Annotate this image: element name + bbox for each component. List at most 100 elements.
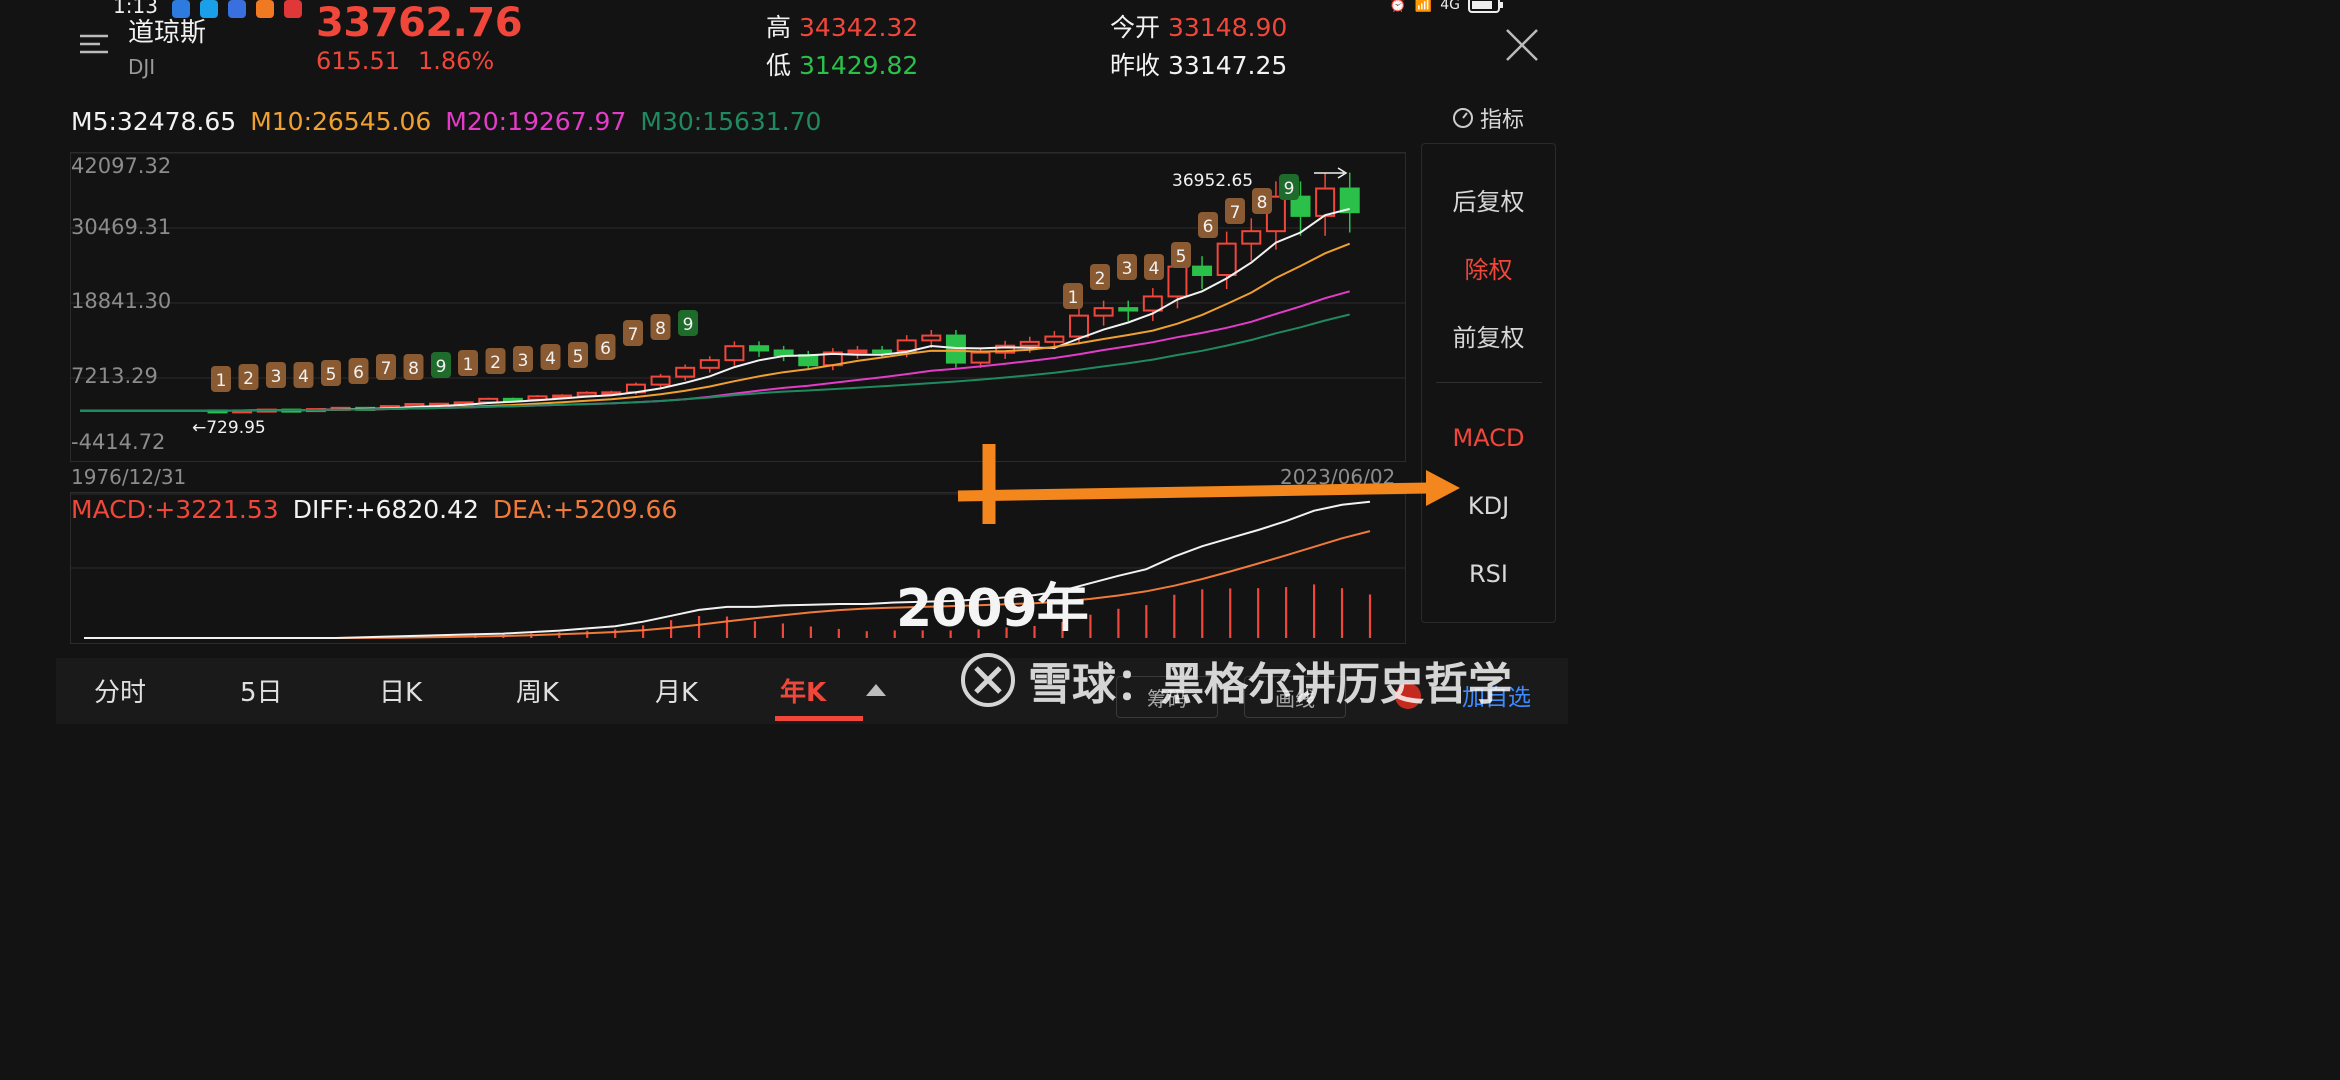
ma30-value: M30:15631.70	[640, 107, 822, 136]
min-annotation: ←729.95	[192, 418, 266, 438]
candle-body	[1044, 335, 1065, 343]
candle-body	[872, 349, 893, 354]
candle-body	[1339, 187, 1360, 214]
candle-body	[1142, 295, 1163, 312]
candle-body	[1118, 307, 1139, 312]
td-count-label: 6	[600, 339, 611, 359]
chart-frame	[70, 152, 1406, 462]
prev-label: 昨收	[1110, 51, 1161, 80]
ma20-value: M20:19267.97	[445, 107, 627, 136]
watermark: 雪球：黑格尔讲历史哲学	[960, 648, 1512, 712]
low-label: 低	[766, 51, 792, 80]
network-label: 4G	[1440, 0, 1460, 13]
td-count-label: 5	[326, 365, 337, 385]
stock-name: 道琼斯	[128, 18, 207, 48]
candle-body	[1068, 314, 1089, 338]
candle-body	[650, 375, 671, 386]
battery-icon	[1468, 0, 1503, 13]
change-percent: 1.86%	[417, 47, 495, 75]
td-count-label: 3	[1122, 259, 1133, 279]
side-item-pre-adjust[interactable]: 前复权	[1422, 318, 1555, 353]
indicator-label: 指标	[1480, 108, 1525, 133]
candle-body	[576, 391, 597, 397]
y-tick: 30469.31	[71, 215, 172, 239]
side-item-post-adjust[interactable]: 后复权	[1422, 182, 1555, 217]
last-price: 33762.76	[316, 0, 523, 46]
high-label: 高	[766, 13, 792, 42]
high-value: 34342.32	[799, 13, 919, 42]
tab-intraday[interactable]: 分时	[94, 672, 146, 709]
td-count-label: 6	[353, 363, 364, 383]
td-count-label: 5	[1176, 247, 1187, 267]
arrow-annotation	[957, 444, 1460, 524]
app-icon	[284, 0, 302, 18]
side-divider	[1436, 382, 1542, 383]
candle-body	[773, 349, 794, 357]
td-count-label: 4	[545, 349, 556, 369]
td-count-label: 4	[298, 367, 309, 387]
candle-body	[1315, 187, 1336, 217]
td-count-label: 8	[1257, 193, 1268, 213]
open-value: 33148.90	[1168, 13, 1288, 42]
prev-value: 33147.25	[1168, 51, 1288, 80]
tab-yearly-k[interactable]: 年K	[780, 672, 826, 709]
close-icon[interactable]	[1504, 27, 1540, 63]
td-count-label: 3	[518, 351, 529, 371]
app-icon	[256, 0, 274, 18]
candle-body	[1192, 265, 1213, 276]
ma-legend: M5:32478.65 M10:26545.06 M20:19267.97 M3…	[71, 107, 821, 136]
td-count-label: 5	[573, 347, 584, 367]
td-count-label: 8	[408, 359, 419, 379]
tab-weekly-k[interactable]: 周K	[516, 672, 559, 709]
side-item-rsi[interactable]: RSI	[1422, 560, 1555, 588]
price-chart[interactable]: 1 2 3 4 5 6 7 8 9 1 2 3 4 5 67 8 912 3 4567 8936952.65←729.…	[70, 152, 1406, 462]
stock-code: DJI	[128, 55, 156, 79]
price-change: 615.51 1.86%	[316, 47, 494, 75]
caret-up-icon[interactable]	[866, 684, 886, 696]
td-count-label: 1	[463, 355, 474, 375]
td-count-label: 9	[436, 357, 447, 377]
wifi-icon: 📶	[1414, 0, 1433, 13]
candle-body	[724, 345, 745, 362]
date-start: 1976/12/31	[71, 465, 187, 489]
tab-monthly-k[interactable]: 月K	[655, 672, 698, 709]
overlay-year-text: 2009年	[896, 579, 1089, 639]
candle-body	[1019, 340, 1040, 347]
ma10-value: M10:26545.06	[250, 107, 432, 136]
td-count-label: 6	[1203, 217, 1214, 237]
tab-daily-k[interactable]: 日K	[379, 672, 422, 709]
td-count-label: 4	[1149, 259, 1160, 279]
y-tick: 7213.29	[71, 364, 158, 388]
candle-body	[675, 366, 696, 378]
candle-body	[847, 349, 868, 354]
tab-5day[interactable]: 5日	[240, 672, 283, 709]
y-tick: 18841.30	[71, 289, 172, 313]
open-label: 今开	[1110, 13, 1161, 42]
watermark-text: 雪球：黑格尔讲历史哲学	[1028, 659, 1512, 710]
y-tick: -4414.72	[71, 430, 166, 454]
active-tab-indicator	[775, 716, 863, 721]
open-price: 今开 33148.90	[1110, 8, 1287, 44]
td-count-label: 7	[628, 325, 639, 345]
dea-line	[84, 530, 1371, 639]
td-count-label: 1	[216, 371, 227, 391]
y-tick: 42097.32	[71, 154, 172, 178]
candle-body	[896, 339, 917, 352]
td-count-label: 1	[1068, 288, 1079, 308]
side-panel: 后复权 除权 前复权 MACD KDJ RSI	[1421, 143, 1556, 623]
high-price: 高 34342.32	[766, 8, 918, 44]
candle-body	[1093, 307, 1114, 317]
gauge-icon	[1453, 108, 1473, 128]
low-value: 31429.82	[799, 51, 919, 80]
side-item-ex-rights[interactable]: 除权	[1422, 250, 1555, 285]
td-count-label: 8	[655, 319, 666, 339]
xueqiu-logo-icon	[961, 653, 1015, 707]
indicator-button[interactable]: 指标	[1452, 102, 1524, 134]
menu-icon[interactable]	[78, 30, 110, 58]
candle-body	[749, 345, 770, 352]
candle-body	[1216, 242, 1237, 276]
td-count-label: 2	[243, 369, 254, 389]
low-price: 低 31429.82	[766, 46, 918, 82]
change-value: 615.51	[316, 47, 400, 75]
td-count-label: 9	[1284, 179, 1295, 199]
